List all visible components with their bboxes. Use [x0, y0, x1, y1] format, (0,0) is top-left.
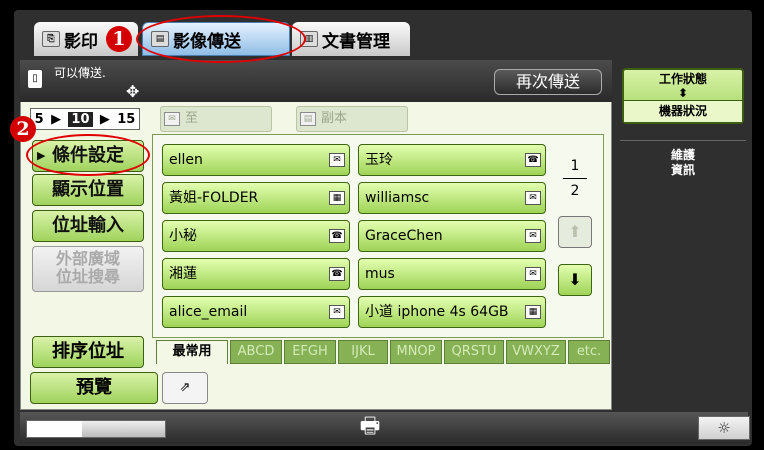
highlight-ellipse-tab: [136, 15, 306, 63]
tab-document-filing-label: 文書管理: [322, 31, 390, 52]
address-input-button[interactable]: 位址輸入: [32, 210, 144, 242]
address-name: 玉玲: [365, 152, 393, 168]
play-arrow-icon: ▶: [51, 111, 62, 127]
address-entry[interactable]: 玉玲 ☎: [358, 144, 546, 176]
page-option-10[interactable]: 10: [68, 111, 93, 127]
tab-document-filing[interactable]: ▥ 文書管理: [292, 22, 410, 56]
cc-field: ▤ 副本: [296, 106, 408, 132]
global-address-search-button: 外部廣域 位址搜尋: [32, 246, 144, 292]
resend-button[interactable]: 再次傳送: [494, 69, 602, 95]
index-tab-vwxyz[interactable]: VWXYZ: [506, 340, 566, 364]
total-pages: 2: [570, 183, 580, 199]
to-label: 至: [185, 111, 199, 126]
address-name: ellen: [169, 152, 203, 168]
scroll-down-button[interactable]: ⬇: [558, 264, 592, 296]
page-option-15[interactable]: 15: [117, 112, 135, 127]
sort-address-button[interactable]: 排序位址: [32, 336, 144, 368]
progress-fill: [27, 421, 83, 437]
address-entry[interactable]: mus ✉: [358, 258, 546, 290]
divider: [620, 140, 746, 141]
address-entry[interactable]: 湘蓮 ☎: [162, 258, 350, 290]
status-message: 可以傳送.: [54, 66, 106, 80]
page-option-5[interactable]: 5: [35, 112, 44, 127]
arrow-down-icon: ⬇: [568, 270, 582, 289]
cc-label: 副本: [321, 111, 348, 126]
to-field: ✉ 至: [160, 106, 272, 132]
email-icon: ✉: [525, 267, 541, 281]
brightness-button[interactable]: ☼: [698, 416, 750, 440]
display-position-button[interactable]: 顯示位置: [32, 174, 144, 206]
index-tab-ijkl[interactable]: IJKL: [338, 340, 388, 364]
folder-icon: ▦: [525, 305, 541, 319]
job-status-button[interactable]: 工作狀態 ⬍ 機器狀況: [622, 68, 744, 124]
email-icon: ✉: [329, 153, 345, 167]
address-name: mus: [365, 266, 395, 282]
arrow-up-icon: ⬆: [568, 222, 582, 241]
global-search-label-line1: 外部廣域: [55, 249, 120, 268]
email-icon: ✉: [164, 112, 180, 126]
status-progress-bar: [26, 420, 166, 438]
maintenance-label-line2: 資訊: [670, 163, 695, 177]
address-name: 黃姐-FOLDER: [169, 190, 259, 206]
folder-icon: ▦: [329, 191, 345, 205]
global-search-label-line2: 位址搜尋: [55, 267, 120, 286]
mouse-cursor-icon: ✥: [126, 82, 140, 101]
items-per-page-selector[interactable]: 5 ▶ 10 ▶ 15: [30, 108, 140, 130]
page-divider: [563, 178, 587, 179]
address-entry[interactable]: alice_email ✉: [162, 296, 350, 328]
job-status-label: 工作狀態: [658, 72, 707, 86]
preview-toggle-button[interactable]: ⇗: [162, 372, 208, 404]
fax-icon: ☎: [329, 229, 345, 243]
index-tab-etc[interactable]: etc.: [568, 340, 610, 364]
email-icon: ✉: [329, 305, 345, 319]
index-tab-abcd[interactable]: ABCD: [230, 340, 282, 364]
maintenance-info-button[interactable]: 維護 資訊: [622, 148, 744, 178]
index-tab-mnop[interactable]: MNOP: [390, 340, 442, 364]
address-name: williamsc: [365, 190, 430, 206]
highlight-ellipse-condition: [26, 134, 150, 176]
index-tab-efgh[interactable]: EFGH: [284, 340, 336, 364]
address-name: 湘蓮: [169, 266, 197, 282]
step-marker-2: 2: [10, 116, 36, 142]
address-entry[interactable]: 小道 iphone 4s 64GB ▦: [358, 296, 546, 328]
address-name: GraceChen: [365, 228, 443, 244]
address-entry[interactable]: williamsc ✉: [358, 182, 546, 214]
copy-icon: ⎘: [42, 31, 60, 47]
address-name: alice_email: [169, 304, 248, 320]
preview-button[interactable]: 預覽: [30, 372, 158, 404]
address-entry[interactable]: GraceChen ✉: [358, 220, 546, 252]
play-arrow-icon: ▶: [99, 111, 110, 127]
sun-icon: ☼: [717, 419, 731, 437]
printer-icon[interactable]: 🖶: [354, 412, 386, 442]
status-document-icon: ▯: [28, 70, 42, 88]
address-name: 小秘: [169, 228, 197, 244]
index-tab-qrstu[interactable]: QRSTU: [444, 340, 504, 364]
address-book-icon: ▤: [300, 112, 316, 126]
tab-copy-label: 影印: [64, 31, 98, 52]
fax-icon: ☎: [329, 267, 345, 281]
step-marker-1: 1: [106, 26, 132, 52]
current-page: 1: [570, 158, 580, 174]
index-tab-frequent[interactable]: 最常用: [156, 340, 228, 364]
scroll-up-button[interactable]: ⬆: [558, 216, 592, 248]
address-entry[interactable]: 黃姐-FOLDER ▦: [162, 182, 350, 214]
email-icon: ✉: [525, 229, 541, 243]
address-entry[interactable]: 小秘 ☎: [162, 220, 350, 252]
page-indicator: 1 2: [556, 158, 594, 199]
email-icon: ✉: [525, 191, 541, 205]
address-entry[interactable]: ellen ✉: [162, 144, 350, 176]
address-name: 小道 iphone 4s 64GB: [365, 304, 509, 320]
device-status-label[interactable]: 機器狀況: [624, 100, 742, 122]
fax-icon: ☎: [525, 153, 541, 167]
toggle-arrows-icon: ⬍: [677, 86, 689, 100]
maintenance-label-line1: 維護: [670, 148, 695, 162]
preview-icon: ⇗: [179, 380, 191, 395]
